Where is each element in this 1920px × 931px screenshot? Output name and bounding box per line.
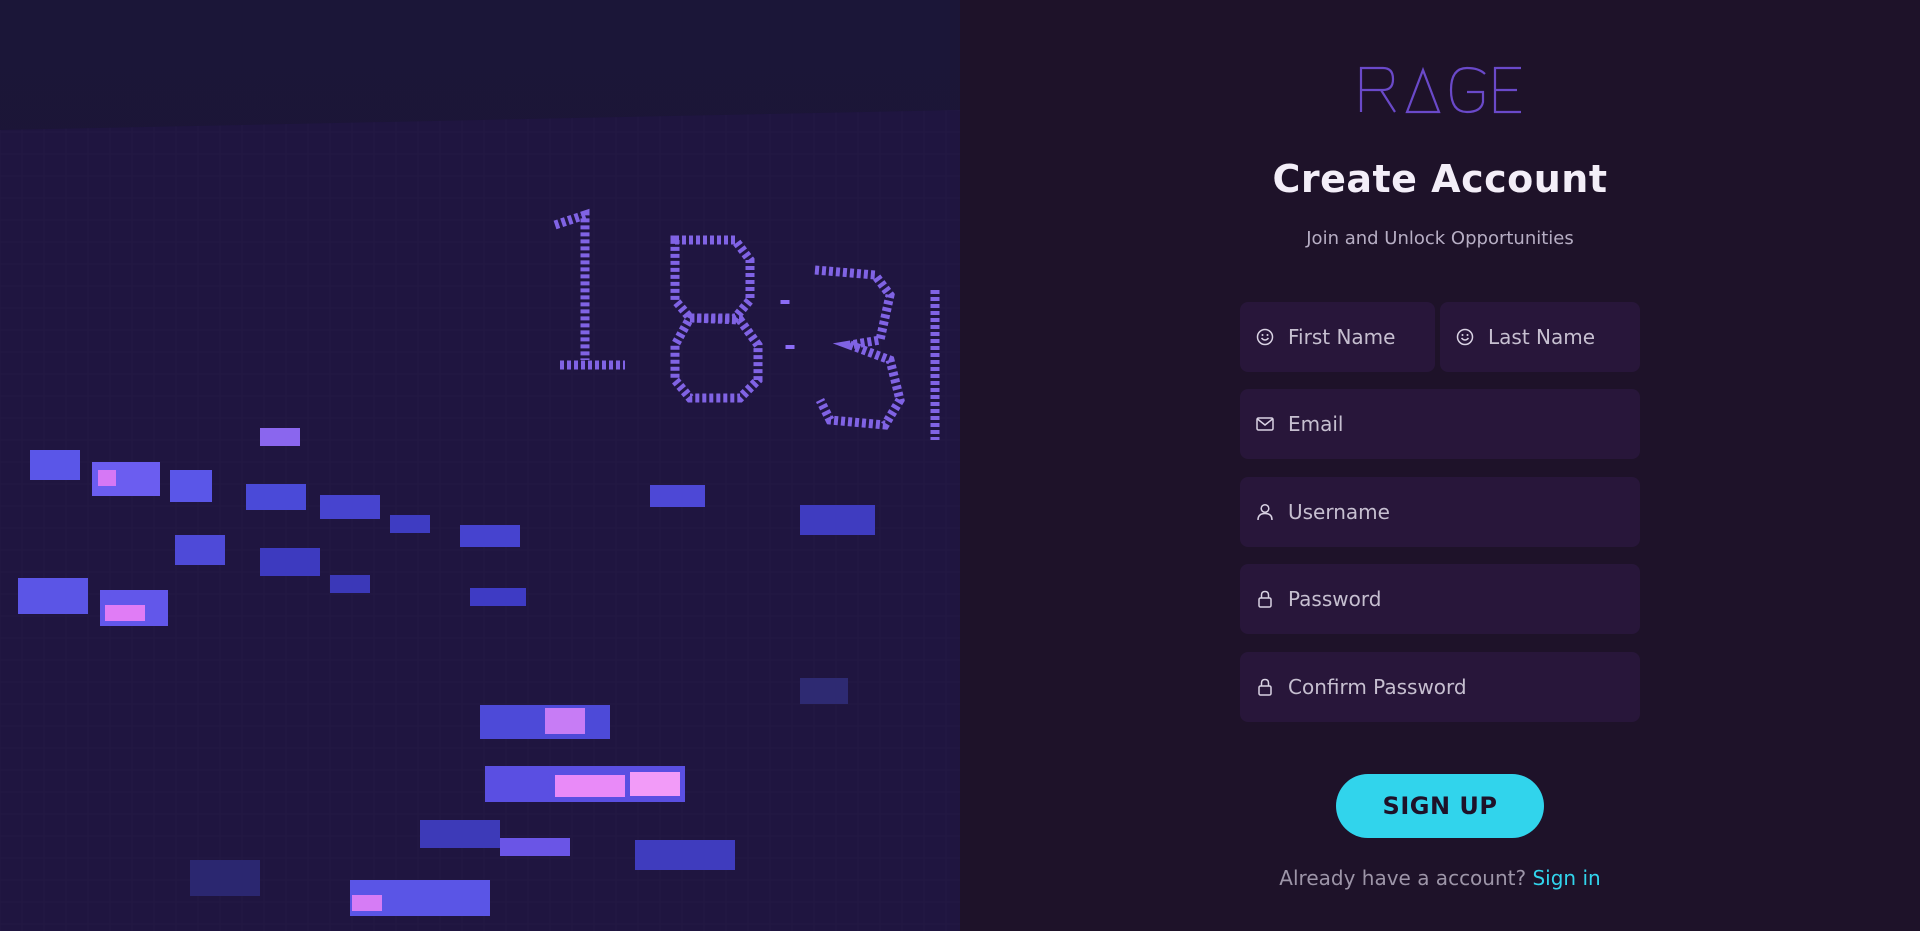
envelope-icon [1254,413,1276,435]
hero-image [0,0,960,931]
email-placeholder: Email [1288,412,1344,436]
first-name-placeholder: First Name [1288,325,1396,349]
lock-icon [1254,676,1276,698]
sign-in-prompt: Already have a account? Sign in [1240,866,1640,890]
sign-in-prompt-text: Already have a account? [1279,866,1527,890]
page-subtitle: Join and Unlock Opportunities [1306,228,1574,249]
email-field[interactable]: Email [1240,389,1640,459]
lock-icon [1254,588,1276,610]
brand-logo [1240,64,1640,116]
first-name-field[interactable]: First Name [1240,302,1435,372]
username-field[interactable]: Username [1240,477,1640,547]
page-title: Create Account [1272,157,1608,201]
confirm-password-field[interactable]: Confirm Password [1240,652,1640,722]
smiley-icon [1254,326,1276,348]
user-icon [1254,501,1276,523]
password-field[interactable]: Password [1240,564,1640,634]
sign-up-button[interactable]: SIGN UP [1336,774,1544,838]
password-placeholder: Password [1288,587,1382,611]
username-placeholder: Username [1288,500,1390,524]
signup-panel: Create Account Join and Unlock Opportuni… [1240,0,1640,931]
last-name-field[interactable]: Last Name [1440,302,1640,372]
confirm-password-placeholder: Confirm Password [1288,675,1467,699]
last-name-placeholder: Last Name [1488,325,1596,349]
sign-in-link[interactable]: Sign in [1532,866,1600,890]
smiley-icon [1454,326,1476,348]
